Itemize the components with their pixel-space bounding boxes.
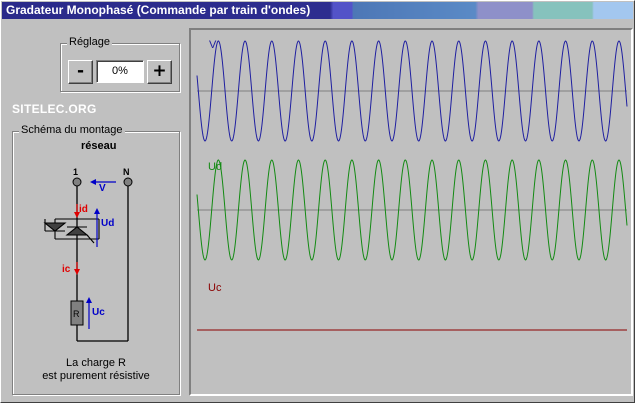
terminal-1 — [72, 177, 82, 187]
window-title: Gradateur Monophasé (Commande par train … — [6, 3, 311, 17]
caption-line-1: La charge R — [66, 357, 126, 369]
ic-arrow — [74, 262, 80, 275]
node-n-label: N — [123, 167, 130, 177]
trace-v-label: V — [209, 39, 217, 51]
resistor-label: R — [73, 309, 80, 319]
waveform-plot: V Ud Uc — [196, 39, 628, 331]
reglage-value: 0% — [96, 60, 144, 83]
oscilloscope-panel: V Ud Uc — [189, 28, 633, 396]
trace-ud: Ud — [196, 159, 628, 261]
network-heading: réseau — [81, 140, 116, 152]
reglage-label: Réglage — [67, 36, 112, 48]
schema-caption: La charge R est purement résistive — [12, 357, 180, 383]
terminal-n — [123, 177, 133, 187]
caption-line-2: est purement résistive — [42, 370, 150, 382]
circuit-diagram: réseau 1 N V id Ud ic R Uc — [43, 140, 133, 342]
plus-icon: + — [152, 61, 167, 81]
uc-label: Uc — [92, 307, 105, 318]
increase-button[interactable]: + — [147, 60, 172, 84]
ud-label: Ud — [101, 218, 114, 229]
ic-label: ic — [62, 264, 71, 275]
minus-icon: - — [76, 61, 85, 81]
decrease-button[interactable]: - — [68, 60, 93, 84]
trace-ud-label: Ud — [208, 161, 222, 173]
v-label: V — [99, 183, 106, 194]
trace-v: V — [196, 39, 628, 142]
triac-symbol — [43, 218, 100, 244]
trace-uc-label: Uc — [208, 282, 222, 294]
trace-uc: Uc — [197, 282, 627, 331]
node-1-label: 1 — [73, 167, 78, 177]
title-bar[interactable]: Gradateur Monophasé (Commande par train … — [2, 2, 633, 19]
brand-label: SITELEC.ORG — [12, 102, 97, 116]
app-window: Gradateur Monophasé (Commande par train … — [0, 0, 635, 403]
id-label: id — [79, 204, 88, 215]
